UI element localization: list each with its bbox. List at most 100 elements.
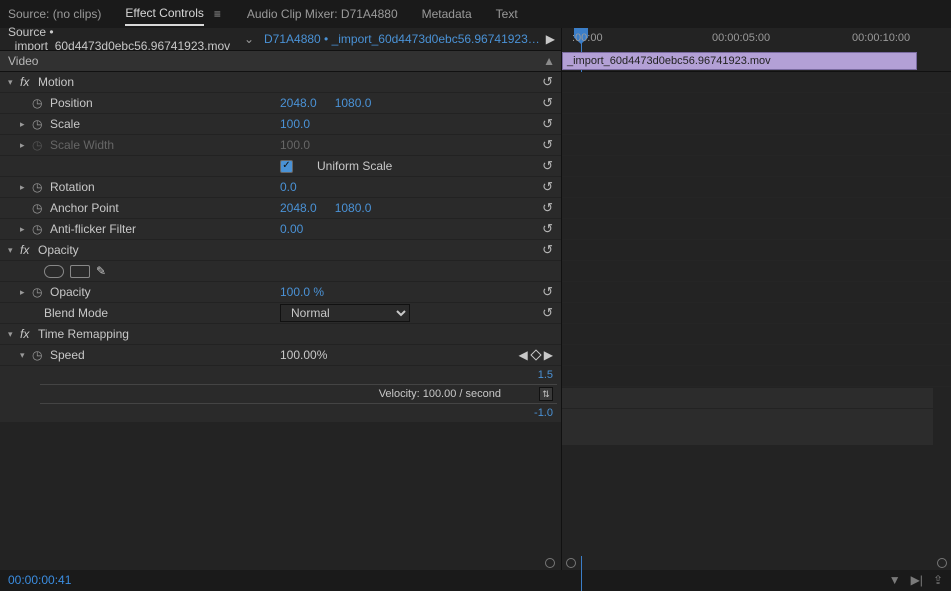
zoom-knob-icon[interactable] [545, 558, 555, 568]
anchor-x-value[interactable]: 2048.0 [280, 201, 317, 215]
scroll-up-icon[interactable]: ▲ [543, 54, 561, 68]
footer-bar: 00:00:00:41 ▼ ▶| ⇪ [0, 570, 951, 590]
stopwatch-icon[interactable]: ◷ [32, 117, 50, 131]
export-icon[interactable]: ⇪ [933, 573, 943, 587]
remap-section[interactable]: ▾ fx Time Remapping [0, 324, 561, 345]
position-label: Position [50, 96, 93, 110]
reset-icon[interactable]: ↺ [542, 95, 553, 111]
right-hscroll[interactable] [562, 556, 951, 570]
sequence-link[interactable]: D71A4880 [264, 32, 321, 46]
opacity-section-label: Opacity [38, 243, 79, 257]
twirl-icon[interactable]: ▸ [20, 140, 32, 151]
keyframe-area[interactable] [562, 72, 951, 556]
tab-source[interactable]: Source: (no clips) [8, 3, 101, 25]
tab-effect-controls[interactable]: Effect Controls [125, 2, 203, 26]
prev-keyframe-icon[interactable]: ◀ [519, 348, 528, 362]
ruler-tick: :00:00 [572, 32, 603, 44]
opacity-row: ▸ ◷ Opacity 100.0 % ↺ [0, 282, 561, 303]
scale-label: Scale [50, 117, 80, 131]
motion-section[interactable]: ▾ fx Motion ↺ [0, 72, 561, 93]
pen-mask-icon[interactable]: ✎ [96, 264, 106, 278]
velocity-text: Velocity: 100.00 / second [379, 388, 501, 400]
zoom-knob-left-icon[interactable] [566, 558, 576, 568]
scale-row: ▸ ◷ Scale 100.0 ↺ [0, 114, 561, 135]
twirl-icon[interactable]: ▾ [8, 245, 20, 256]
twirl-icon[interactable]: ▾ [20, 350, 32, 361]
video-label: Video [8, 54, 38, 68]
opacity-label: Opacity [50, 285, 91, 299]
reset-icon[interactable]: ↺ [542, 116, 553, 132]
stopwatch-icon[interactable]: ◷ [32, 348, 50, 362]
zoom-knob-right-icon[interactable] [937, 558, 947, 568]
time-ruler[interactable]: :00:00 00:00:05:00 00:00:10:00 _import_6… [562, 28, 951, 72]
rotation-row: ▸ ◷ Rotation 0.0 ↺ [0, 177, 561, 198]
anchor-y-value[interactable]: 1080.0 [335, 201, 372, 215]
clip-link[interactable]: _import_60d4473d0ebc56.96741923… [332, 32, 540, 46]
property-list: ▾ fx Motion ↺ ◷ Position 2048.0 1080.0 ↺ [0, 72, 561, 556]
reset-icon[interactable]: ↺ [542, 284, 553, 300]
left-hscroll[interactable] [0, 556, 561, 570]
stopwatch-icon[interactable]: ◷ [32, 180, 50, 194]
velocity-toggle-icon[interactable]: ⇅ [539, 387, 553, 401]
twirl-icon[interactable]: ▸ [20, 182, 32, 193]
timecode-display[interactable]: 00:00:00:41 [8, 573, 71, 587]
reset-icon[interactable]: ↺ [542, 158, 553, 174]
keyframe-nav: ◀ ▶ [519, 348, 553, 362]
play-icon[interactable]: ▶ [540, 32, 561, 46]
video-section-header[interactable]: Video ▲ [0, 50, 561, 72]
velocity-upper: 1.5 [538, 369, 553, 381]
flicker-value[interactable]: 0.00 [280, 222, 303, 236]
scale-width-label: Scale Width [50, 138, 114, 152]
clip-bar[interactable]: _import_60d4473d0ebc56.96741923.mov [562, 52, 917, 70]
position-row: ◷ Position 2048.0 1080.0 ↺ [0, 93, 561, 114]
panel-menu-icon[interactable]: ≡ [212, 3, 223, 25]
tab-metadata[interactable]: Metadata [422, 3, 472, 25]
reset-icon[interactable]: ↺ [542, 74, 553, 90]
twirl-icon[interactable]: ▸ [20, 119, 32, 130]
blend-mode-select[interactable]: Normal [280, 304, 410, 322]
speed-row: ▾ ◷ Speed 100.00% ◀ ▶ [0, 345, 561, 366]
flicker-label: Anti-flicker Filter [50, 222, 136, 236]
tab-text[interactable]: Text [496, 3, 518, 25]
reset-icon[interactable]: ↺ [542, 137, 553, 153]
stopwatch-icon[interactable]: ◷ [32, 222, 50, 236]
stopwatch-icon[interactable]: ◷ [32, 96, 50, 110]
stopwatch-icon[interactable]: ◷ [32, 285, 50, 299]
close-icon[interactable]: ⌄ [244, 32, 254, 46]
opacity-value[interactable]: 100.0 % [280, 285, 324, 299]
tab-audio-mixer[interactable]: Audio Clip Mixer: D71A4880 [247, 3, 398, 25]
reset-icon[interactable]: ↺ [542, 221, 553, 237]
add-keyframe-icon[interactable] [530, 349, 541, 360]
reset-icon[interactable]: ↺ [542, 242, 553, 258]
rect-mask-icon[interactable] [70, 265, 90, 278]
reset-icon[interactable]: ↺ [542, 179, 553, 195]
rotation-value[interactable]: 0.0 [280, 180, 297, 194]
fx-badge-icon[interactable]: fx [20, 327, 38, 341]
position-y-value[interactable]: 1080.0 [335, 96, 372, 110]
reset-icon[interactable]: ↺ [542, 200, 553, 216]
fx-badge-icon[interactable]: fx [20, 243, 38, 257]
reset-icon[interactable]: ↺ [542, 305, 553, 321]
uniform-scale-checkbox[interactable]: ✓ [280, 160, 293, 173]
scale-value[interactable]: 100.0 [280, 117, 310, 131]
twirl-icon[interactable]: ▸ [20, 224, 32, 235]
ruler-tick: 00:00:10:00 [852, 32, 910, 44]
filter-icon[interactable]: ▼ [889, 573, 901, 587]
fx-badge-icon[interactable]: fx [20, 75, 38, 89]
mask-tools-row: ✎ [0, 261, 561, 282]
twirl-icon[interactable]: ▾ [8, 329, 20, 340]
ellipse-mask-icon[interactable] [44, 265, 64, 278]
twirl-icon[interactable]: ▸ [20, 287, 32, 298]
opacity-section[interactable]: ▾ fx Opacity ↺ [0, 240, 561, 261]
stopwatch-icon[interactable]: ◷ [32, 201, 50, 215]
stopwatch-icon: ◷ [32, 138, 50, 152]
panel-tabstrip: Source: (no clips) Effect Controls ≡ Aud… [0, 0, 951, 28]
next-keyframe-icon[interactable]: ▶ [544, 348, 553, 362]
blend-row: Blend Mode Normal ↺ [0, 303, 561, 324]
position-x-value[interactable]: 2048.0 [280, 96, 317, 110]
source-clip-name: Source • _import_60d4473d0ebc56.96741923… [8, 25, 234, 53]
speed-label: Speed [50, 348, 85, 362]
step-icon[interactable]: ▶| [911, 573, 923, 587]
speed-value[interactable]: 100.00% [280, 348, 327, 362]
twirl-icon[interactable]: ▾ [8, 77, 20, 88]
